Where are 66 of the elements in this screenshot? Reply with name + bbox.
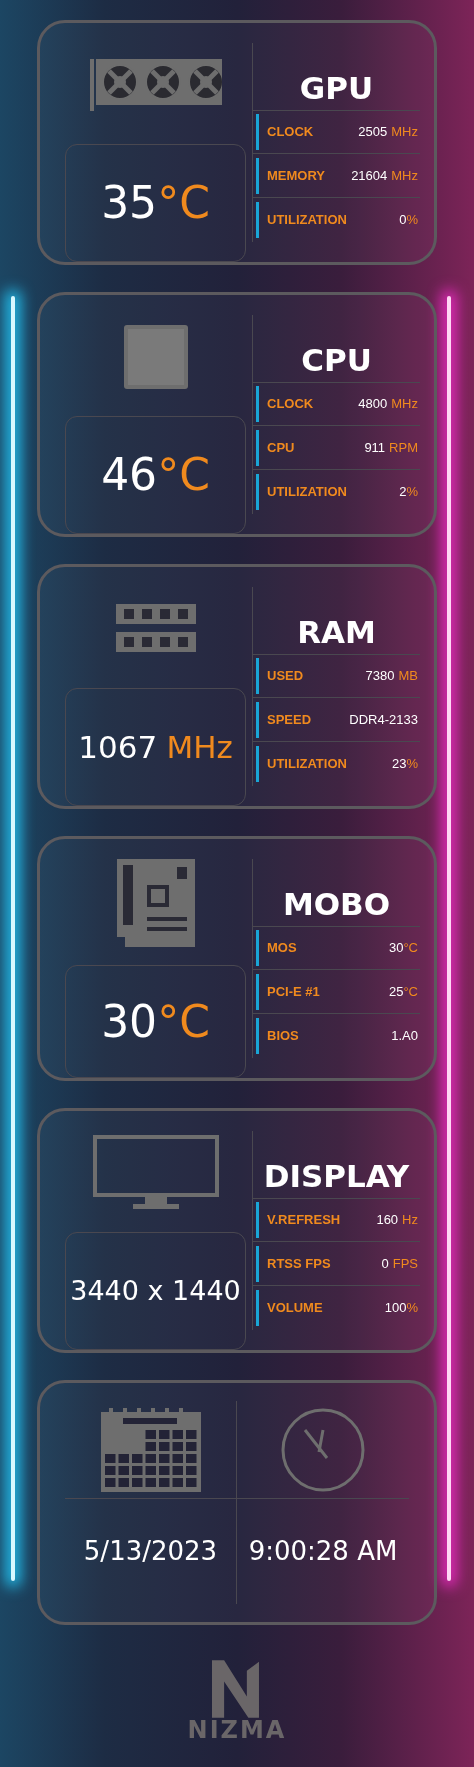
accent-bar [256,474,259,511]
accent-bar [256,973,259,1010]
reading-value: 30°C [101,994,210,1049]
reading-value: 1067 MHz [78,727,233,767]
stat-label: MOS [267,939,297,958]
stat-value: 911 RPM [363,439,418,458]
panel-title: MOBO [253,859,420,927]
logo-text: NIZMA [187,1718,287,1742]
accent-bar [256,114,259,151]
stat-label: USED [267,667,304,686]
accent-bar [256,746,259,783]
stat-value: 100% [383,1299,418,1318]
calendar-icon [100,1407,201,1492]
reading-value: 3440 x 1440 [70,1273,241,1308]
stat-value: 23% [390,755,418,774]
reading-value: 35°C [101,176,210,231]
stat-label: SPEED [267,711,312,730]
panel-title: DISPLAY [253,1131,420,1199]
stat-label: VOLUME [267,1299,323,1318]
reading-value: 46°C [101,448,210,503]
accent-bar [256,930,259,967]
stat-label: V.REFRESH [267,1211,341,1230]
stat-value: 1.A0 [390,1027,418,1046]
panel-title: RAM [253,587,420,655]
motherboard-icon [116,859,195,947]
graphics-card-icon [89,58,222,111]
accent-bar [256,1290,259,1327]
date-text: 5/13/2023 [83,1535,218,1568]
accent-bar [256,157,259,194]
accent-bar [256,202,259,239]
stat-value: 160 Hz [375,1211,418,1230]
stat-label: UTILIZATION [267,483,347,502]
processor-chip-icon [123,324,188,389]
stat-label: CPU [267,439,295,458]
stat-label: UTILIZATION [267,755,347,774]
stat-label: RTSS FPS [267,1255,331,1274]
accent-bar [256,1018,259,1055]
stat-label: BIOS [267,1027,299,1046]
stat-value: 0% [398,211,418,230]
memory-sticks-icon [115,603,196,654]
stat-value: 25°C [387,983,418,1002]
accent-bar [256,1202,259,1239]
panel-title: CPU [253,315,420,383]
accent-bar [256,1245,259,1282]
clock-icon [281,1407,365,1492]
stat-value: 21604 MHz [350,167,418,186]
stat-value: 7380 MB [364,667,418,686]
stat-value: 4800 MHz [357,395,418,414]
stat-value: DDR4-2133 [348,711,418,730]
accent-bar [256,386,259,423]
stat-value: 0 FPS [380,1255,418,1274]
stat-label: CLOCK [267,123,314,142]
stat-label: CLOCK [267,395,314,414]
stat-label: MEMORY [267,167,326,186]
accent-bar [256,701,259,738]
panel-title: GPU [253,43,420,111]
stat-value: 2% [398,483,418,502]
time-text: 9:00:28 AM [248,1535,398,1568]
stat-label: PCI-E #1 [267,983,320,1002]
accent-bar [256,429,259,466]
stat-label: UTILIZATION [267,211,347,230]
stat-value: 2505 MHz [357,123,418,142]
stat-value: 30°C [387,939,418,958]
logo-icon [212,1660,262,1718]
accent-bar [256,658,259,695]
monitor-icon [92,1134,219,1211]
